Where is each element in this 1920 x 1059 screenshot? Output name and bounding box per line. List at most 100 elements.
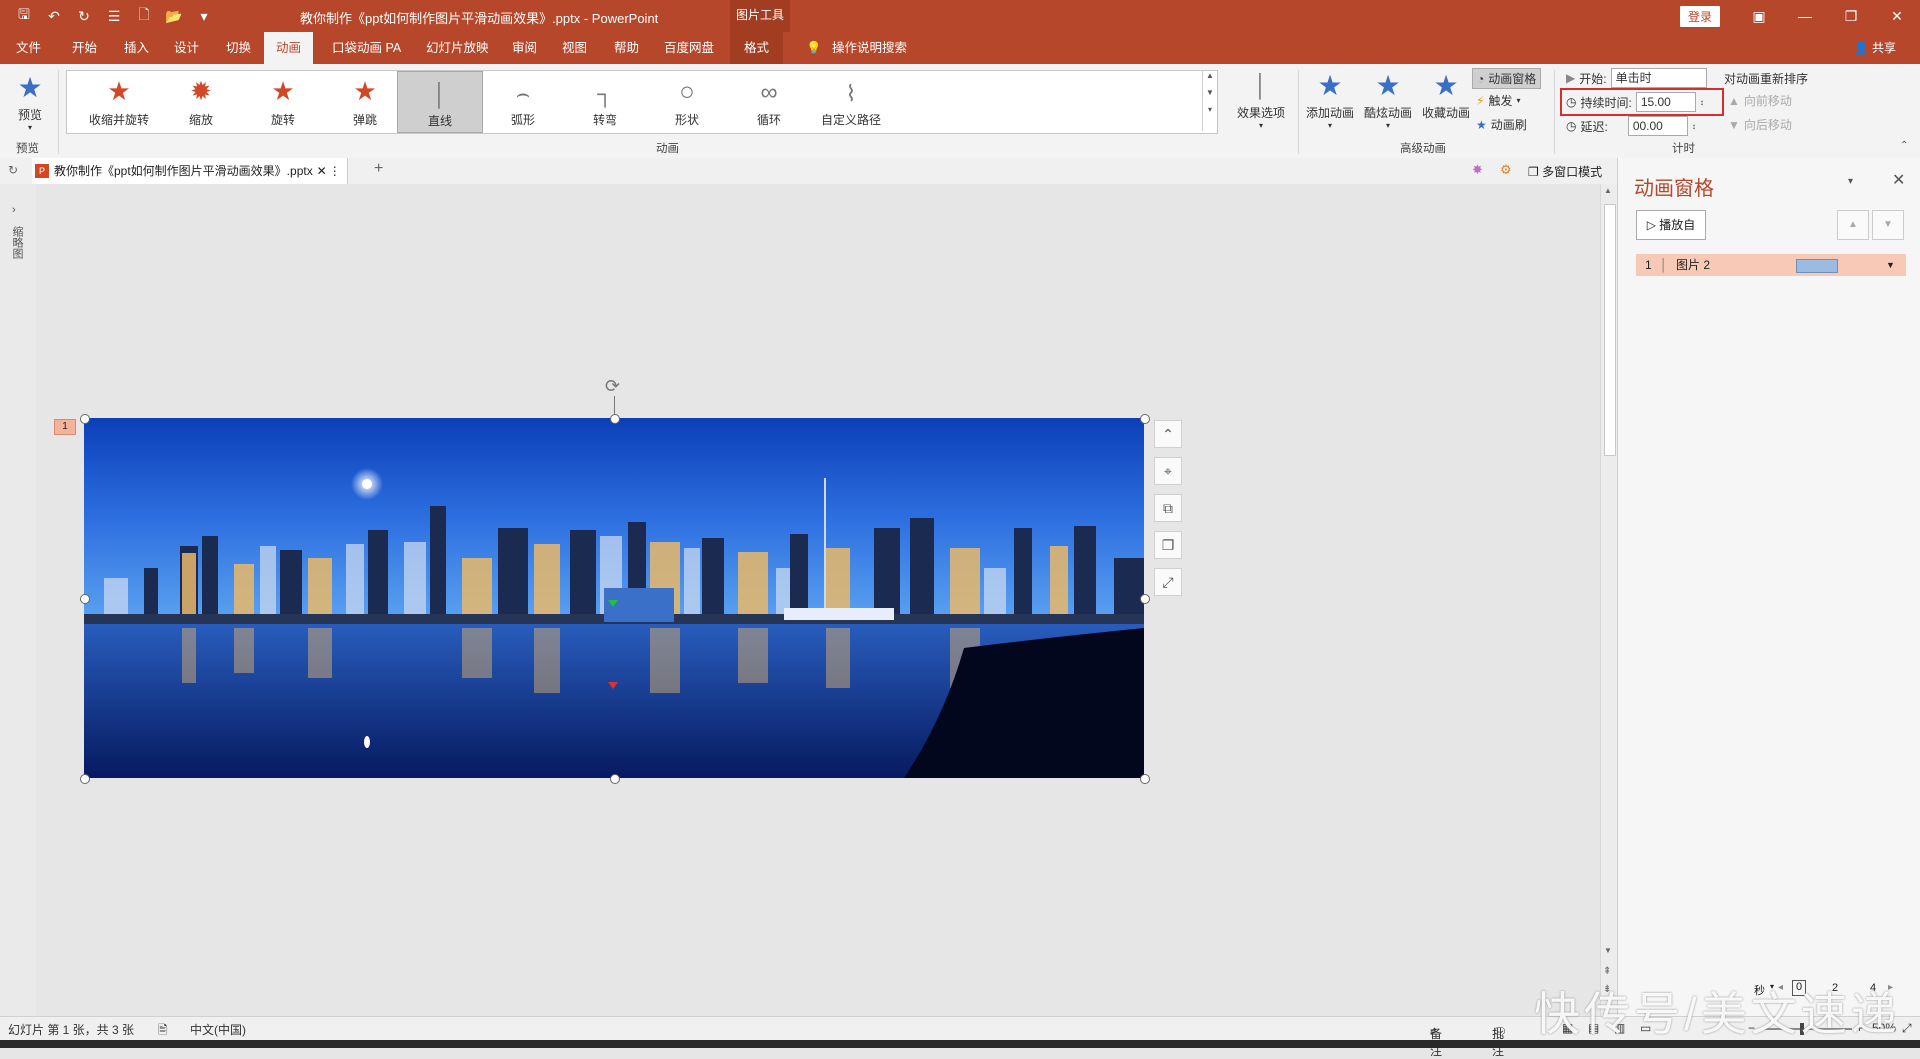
- slide-vertical-scrollbar[interactable]: ▲ ▼ ⇞ ⇟: [1600, 184, 1617, 1016]
- play-from-button[interactable]: ▷ 播放自: [1636, 210, 1706, 240]
- resize-icon[interactable]: ⤢: [1154, 568, 1182, 596]
- ribbon-display-icon[interactable]: ▣: [1736, 0, 1782, 32]
- city-night-image[interactable]: [84, 418, 1144, 778]
- add-animation-button[interactable]: ★ 添加动画 ▾: [1302, 68, 1358, 130]
- animation-order-badge[interactable]: 1: [54, 419, 76, 435]
- minimize-icon[interactable]: —: [1782, 0, 1828, 32]
- move-later-button[interactable]: ▼ 向后移动: [1728, 116, 1792, 133]
- thumbnail-label[interactable]: 缩略图: [11, 226, 25, 259]
- scroll-thumb[interactable]: [1604, 204, 1616, 456]
- close-pane-icon[interactable]: ✕: [1892, 170, 1905, 190]
- start-select[interactable]: 单击时: [1610, 68, 1707, 88]
- tab-menu-icon[interactable]: ↻: [8, 163, 18, 177]
- new-file-icon[interactable]: 🗋: [134, 6, 154, 26]
- crop-center-icon[interactable]: ⌖: [1154, 457, 1182, 485]
- scroll-down-icon[interactable]: ▼: [1604, 946, 1612, 955]
- cool-animation-button[interactable]: ★ 酷炫动画 ▾: [1360, 68, 1416, 130]
- new-tab-icon[interactable]: +: [374, 160, 383, 178]
- expand-thumbnails-icon[interactable]: ›: [12, 204, 16, 216]
- resize-handle-br[interactable]: [1140, 774, 1150, 784]
- layer-icon[interactable]: ⧉: [1154, 494, 1182, 522]
- resize-handle-tr[interactable]: [1140, 414, 1150, 424]
- move-earlier-button[interactable]: ▲ 向前移动: [1728, 92, 1792, 109]
- tab-home[interactable]: 开始: [72, 32, 97, 64]
- tab-help[interactable]: 帮助: [614, 32, 639, 64]
- customize-qa-icon[interactable]: ▾: [194, 6, 214, 26]
- trigger-button[interactable]: ⚡ 触发 ▾: [1476, 92, 1520, 109]
- resize-handle-r[interactable]: [1140, 594, 1150, 604]
- gallery-item-turn[interactable]: ┐ 转弯: [563, 71, 647, 131]
- close-tab-icon[interactable]: ✕: [317, 158, 327, 184]
- tab-format[interactable]: 格式: [730, 32, 784, 64]
- tab-animations[interactable]: 动画: [264, 32, 314, 64]
- animation-timing-bar[interactable]: [1796, 259, 1838, 273]
- gallery-down-icon[interactable]: ▼: [1203, 88, 1217, 97]
- gallery-item-bounce[interactable]: ★ 弹跳: [323, 71, 407, 131]
- quick-access-toolbar: 🖫 ↶ ↻ ☰ 🗋 📂 ▾: [14, 6, 214, 26]
- tab-file[interactable]: 文件: [16, 32, 41, 64]
- open-folder-icon[interactable]: 📂: [164, 6, 184, 26]
- scroll-up-icon[interactable]: ▲: [1604, 186, 1612, 195]
- pane-move-down-button[interactable]: ▼: [1872, 210, 1904, 240]
- resize-handle-b[interactable]: [610, 774, 620, 784]
- document-tab[interactable]: P 教你制作《ppt如何制作图片平滑动画效果》.pptx ✕ ⋮: [32, 158, 348, 184]
- effect-options-button[interactable]: │ 效果选项 ▾: [1232, 68, 1290, 130]
- preview-button[interactable]: ★ 预览 ▾: [10, 70, 50, 132]
- share-button[interactable]: 👤 共享: [1854, 32, 1896, 64]
- path-end-marker[interactable]: [608, 682, 618, 689]
- animation-painter-button[interactable]: ★ 动画刷: [1476, 116, 1527, 133]
- tab-more-icon[interactable]: ⋮: [329, 158, 341, 184]
- present-icon[interactable]: ☰: [104, 6, 124, 26]
- resize-handle-t[interactable]: [610, 414, 620, 424]
- restore-icon[interactable]: ❐: [1828, 0, 1874, 32]
- tab-review[interactable]: 审阅: [512, 32, 537, 64]
- fit-to-window-icon[interactable]: ⤢: [1902, 1021, 1912, 1036]
- animation-pane-button[interactable]: ◔ 动画窗格: [1472, 68, 1542, 89]
- gallery-item-arc[interactable]: ⌢ 弧形: [481, 71, 565, 131]
- tab-view[interactable]: 视图: [562, 32, 587, 64]
- resize-handle-bl[interactable]: [80, 774, 90, 784]
- tab-transitions[interactable]: 切换: [226, 32, 251, 64]
- tab-insert[interactable]: 插入: [124, 32, 149, 64]
- pane-options-icon[interactable]: ▾: [1848, 176, 1853, 187]
- gallery-item-shape[interactable]: ○ 形状: [645, 71, 729, 131]
- pane-move-up-button[interactable]: ▲: [1837, 210, 1869, 240]
- gallery-scrollbar[interactable]: ▲ ▼ ▾: [1202, 71, 1217, 131]
- item-dropdown-icon[interactable]: ▼: [1886, 254, 1895, 276]
- undo-icon[interactable]: ↶: [44, 6, 64, 26]
- collapse-tools-icon[interactable]: ⌃: [1154, 420, 1182, 448]
- gallery-item-zoom[interactable]: ✹ 缩放: [159, 71, 243, 131]
- gallery-item-rotate[interactable]: ★ 旋转: [241, 71, 325, 131]
- gallery-item-custom-path[interactable]: ⌇ 自定义路径: [809, 71, 893, 131]
- path-start-marker[interactable]: [608, 600, 618, 607]
- spark-icon[interactable]: ✸: [1472, 162, 1483, 178]
- multiwindow-button[interactable]: ❐ 多窗口模式: [1528, 163, 1602, 180]
- gallery-item-shrink-spin[interactable]: ★ 收缩并旋转: [77, 71, 161, 131]
- save-icon[interactable]: 🖫: [14, 6, 34, 26]
- tab-design[interactable]: 设计: [174, 32, 199, 64]
- fav-animation-button[interactable]: ★ 收藏动画: [1418, 68, 1474, 121]
- resize-handle-l[interactable]: [80, 594, 90, 604]
- gallery-item-loop[interactable]: ∞ 循环: [727, 71, 811, 131]
- close-window-icon[interactable]: ✕: [1874, 0, 1920, 32]
- redo-icon[interactable]: ↻: [74, 6, 94, 26]
- gallery-more-icon[interactable]: ▾: [1203, 105, 1217, 114]
- resize-handle-tl[interactable]: [80, 414, 90, 424]
- gallery-up-icon[interactable]: ▲: [1203, 71, 1217, 80]
- collapse-ribbon-icon[interactable]: ⌃: [1900, 140, 1908, 151]
- delay-spinner-icon[interactable]: ↕: [1692, 122, 1696, 131]
- login-button[interactable]: 登录: [1680, 6, 1721, 27]
- animation-list-item[interactable]: 1 │ 图片 2 ▼: [1636, 254, 1906, 276]
- prev-slide-icon[interactable]: ⇞: [1603, 966, 1611, 977]
- tell-me-search[interactable]: 操作说明搜索: [832, 32, 907, 64]
- copy-layer-icon[interactable]: ❐: [1154, 531, 1182, 559]
- gallery-item-line[interactable]: │ 直线: [397, 71, 483, 133]
- tab-slideshow[interactable]: 幻灯片放映: [426, 32, 489, 64]
- accessibility-icon[interactable]: 🖹: [158, 1021, 168, 1042]
- delay-input[interactable]: 00.00: [1627, 116, 1688, 136]
- gear-icon[interactable]: ⚙: [1500, 162, 1512, 178]
- tab-pocket-animation[interactable]: 口袋动画 PA: [332, 32, 401, 64]
- rotate-handle-icon[interactable]: ⟳: [605, 376, 620, 397]
- tab-baidu-netdisk[interactable]: 百度网盘: [664, 32, 714, 64]
- language-indicator[interactable]: 中文(中国): [190, 1021, 246, 1038]
